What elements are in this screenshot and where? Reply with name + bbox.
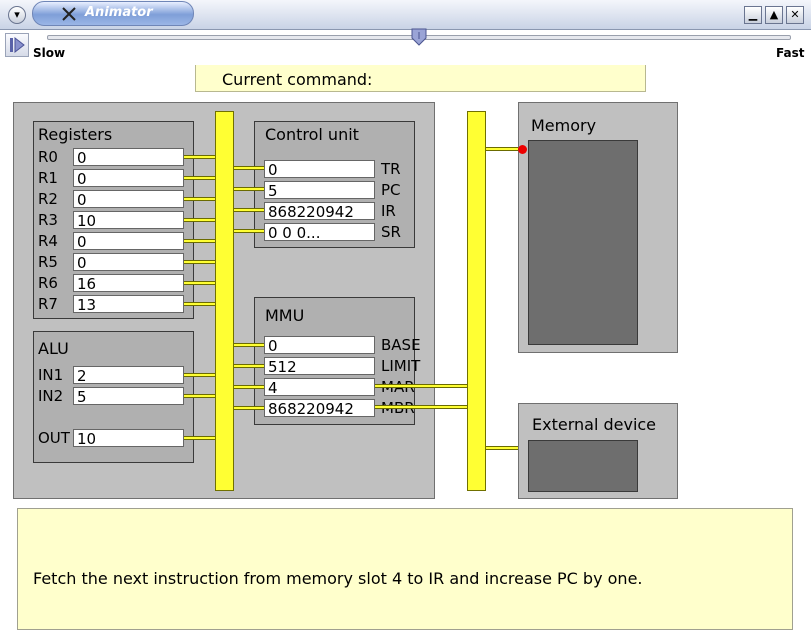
- external-device-contents: [528, 440, 638, 492]
- registers-title: Registers: [38, 125, 113, 144]
- close-button[interactable]: ✕: [786, 6, 804, 24]
- mmu-field: 512: [264, 357, 375, 375]
- mmu-label: BASE: [381, 336, 421, 354]
- alu-out-field: 10: [73, 429, 184, 447]
- register-label: R2: [38, 190, 58, 208]
- control-unit-field: 5: [264, 181, 375, 199]
- register-label: R0: [38, 148, 58, 166]
- maximize-icon: ▲: [769, 8, 779, 21]
- maximize-button[interactable]: ▲: [765, 6, 783, 24]
- alu-in1-field: 2: [73, 366, 184, 384]
- current-command-bar: Current command:: [195, 65, 646, 92]
- slider-thumb-icon: [411, 28, 427, 46]
- play-button[interactable]: [5, 33, 29, 57]
- control-unit-title: Control unit: [265, 125, 359, 144]
- control-unit-label: SR: [381, 223, 401, 241]
- register-field: 13: [73, 295, 184, 313]
- mmu-field: 868220942: [264, 399, 375, 417]
- control-unit-wire: [234, 187, 264, 191]
- animator-app-icon: [62, 7, 76, 21]
- mmu-title: MMU: [265, 306, 305, 325]
- register-field: 0: [73, 169, 184, 187]
- mmu-wire: [234, 406, 264, 410]
- mmu-wire: [234, 385, 264, 389]
- mmu-field: 4: [264, 378, 375, 396]
- memory-title: Memory: [531, 116, 597, 135]
- alu-title: ALU: [38, 339, 69, 358]
- register-wire: [184, 155, 215, 159]
- register-field: 0: [73, 190, 184, 208]
- register-wire: [184, 302, 215, 306]
- control-unit-field: 868220942: [264, 202, 375, 220]
- mmu-label: LIMIT: [381, 357, 421, 375]
- window-title-tab: Animator: [32, 1, 194, 26]
- register-wire: [184, 218, 215, 222]
- control-unit-field: 0: [264, 160, 375, 178]
- control-unit-label: PC: [381, 181, 401, 199]
- register-label: R4: [38, 232, 58, 250]
- register-field: 0: [73, 232, 184, 250]
- register-field: 10: [73, 211, 184, 229]
- explanation-text: Fetch the next instruction from memory s…: [33, 569, 643, 588]
- register-wire: [184, 281, 215, 285]
- memory-contents: [528, 140, 638, 345]
- register-wire: [184, 176, 215, 180]
- speed-fast-label: Fast: [776, 46, 805, 60]
- control-unit-field: 0 0 0...: [264, 223, 375, 241]
- register-field: 0: [73, 148, 184, 166]
- mbr-system-wire: [375, 405, 467, 409]
- explanation-panel: Fetch the next instruction from memory s…: [17, 508, 793, 630]
- mmu-field: 0: [264, 336, 375, 354]
- minimize-icon: ▁: [748, 8, 758, 21]
- alu-wire: [184, 436, 215, 440]
- register-wire: [184, 260, 215, 264]
- mmu-wire: [234, 364, 264, 368]
- alu-in2-field: 5: [73, 387, 184, 405]
- external-device-title: External device: [532, 415, 657, 434]
- register-label: R6: [38, 274, 58, 292]
- window-menu-button[interactable]: ▾: [8, 6, 26, 24]
- alu-wire: [184, 394, 215, 398]
- mar-system-wire: [375, 384, 467, 388]
- signal-dot: [518, 145, 527, 154]
- register-wire: [184, 239, 215, 243]
- mmu-wire: [234, 343, 264, 347]
- alu-out-label: OUT: [38, 429, 70, 447]
- control-unit-label: IR: [381, 202, 396, 220]
- internal-bus: [215, 111, 234, 491]
- register-label: R1: [38, 169, 58, 187]
- close-icon: ✕: [790, 8, 800, 21]
- system-bus: [467, 111, 486, 491]
- window-title: Animator: [85, 5, 153, 20]
- control-unit-label: TR: [381, 160, 401, 178]
- alu-in1-label: IN1: [38, 366, 64, 384]
- register-label: R3: [38, 211, 58, 229]
- play-icon: [10, 36, 25, 54]
- register-wire: [184, 197, 215, 201]
- alu-in2-label: IN2: [38, 387, 64, 405]
- control-unit-wire: [234, 229, 264, 233]
- control-unit-wire: [234, 208, 264, 212]
- register-label: R7: [38, 295, 58, 313]
- alu-wire: [184, 373, 215, 377]
- current-command-label: Current command:: [222, 70, 373, 89]
- control-unit-wire: [234, 166, 264, 170]
- register-label: R5: [38, 253, 58, 271]
- register-field: 16: [73, 274, 184, 292]
- chevron-down-icon: ▾: [14, 8, 20, 21]
- register-field: 0: [73, 253, 184, 271]
- minimize-button[interactable]: ▁: [744, 6, 762, 24]
- speed-slow-label: Slow: [33, 46, 66, 60]
- speed-slider-thumb[interactable]: [410, 28, 428, 46]
